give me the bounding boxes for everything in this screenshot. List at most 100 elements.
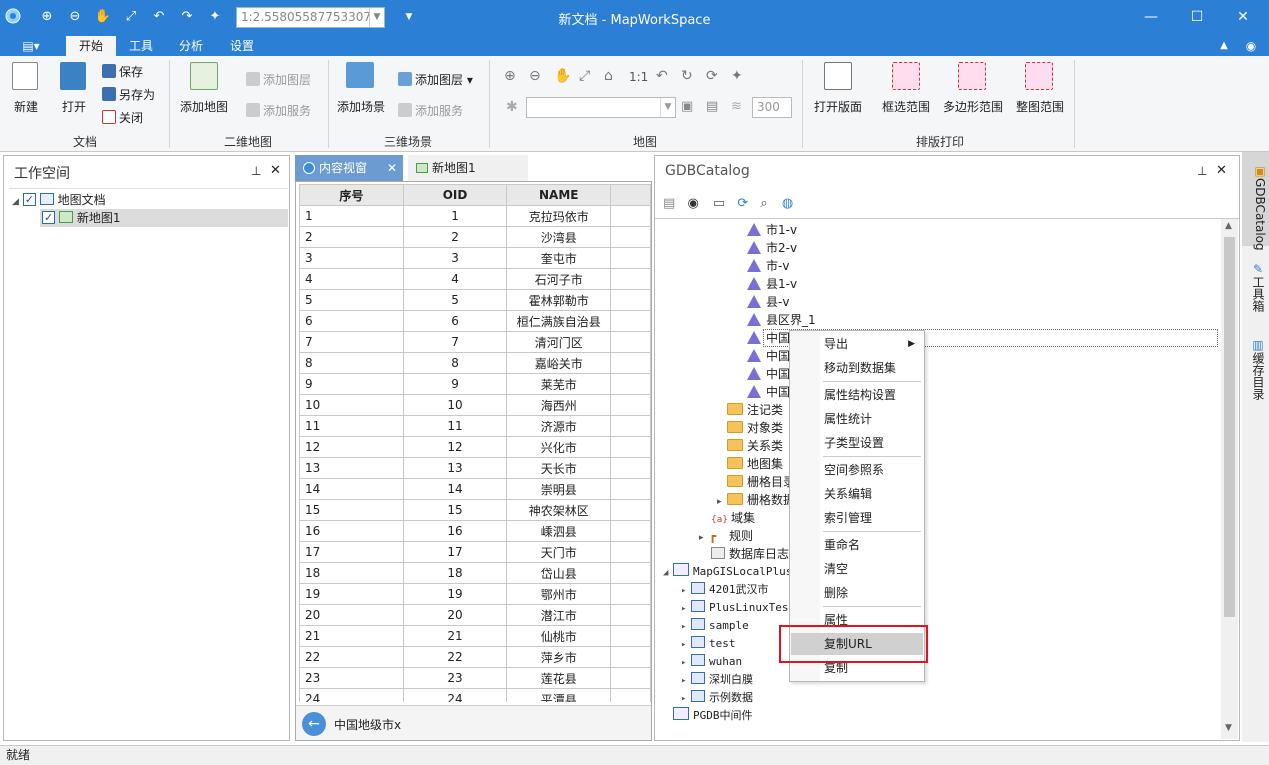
polygon-range-button[interactable]: 多边形范围 xyxy=(940,98,1006,115)
maximize-button[interactable]: ☐ xyxy=(1182,6,1212,28)
oid-cell[interactable]: 2 xyxy=(402,226,508,248)
new-button[interactable]: 新建 xyxy=(6,98,46,115)
table-row[interactable]: 23 23 莲花县 xyxy=(299,667,651,689)
tree-item-database[interactable]: ▸ test xyxy=(681,635,736,653)
menu-item[interactable]: 空间参照系 xyxy=(791,459,923,481)
globe-icon[interactable]: ◍ xyxy=(782,196,793,211)
window-icon[interactable]: ▭ xyxy=(713,196,725,211)
table-row[interactable]: 17 17 天门市 xyxy=(299,541,651,563)
scroll-up-icon[interactable]: ▲ xyxy=(1225,221,1232,231)
tree-item-layer[interactable]: 中国 xyxy=(747,383,790,401)
oid-cell[interactable]: 11 xyxy=(402,415,508,437)
tree-item-layer[interactable]: 市2-v xyxy=(747,239,797,257)
collapse-arrow-icon[interactable]: ◢ xyxy=(663,564,673,582)
print-icon[interactable]: ▣ xyxy=(681,99,693,114)
oid-cell[interactable]: 22 xyxy=(402,646,508,668)
expand-arrow-icon[interactable]: ▸ xyxy=(681,600,691,618)
menu-item[interactable]: 导出 ▶ xyxy=(791,333,923,355)
name-cell[interactable]: 仙桃市 xyxy=(506,625,612,647)
add-service-2d-button[interactable]: 添加服务 xyxy=(246,102,311,119)
close-panel-icon[interactable]: ✕ xyxy=(1216,163,1227,178)
tree-item-layer[interactable]: 市1-v xyxy=(747,221,797,239)
table-row[interactable]: 13 13 天长市 xyxy=(299,457,651,479)
menu-item[interactable]: 清空 xyxy=(791,558,923,580)
column-header-index[interactable]: 序号 xyxy=(299,184,404,206)
chevron-down-icon[interactable]: ▼ xyxy=(660,98,675,117)
oid-cell[interactable]: 19 xyxy=(402,583,508,605)
expand-arrow-icon[interactable]: ▸ xyxy=(681,618,691,636)
index-cell[interactable]: 5 xyxy=(299,289,404,311)
menu-item[interactable]: 索引管理 xyxy=(791,507,923,529)
name-cell[interactable]: 莱芜市 xyxy=(506,373,612,395)
tree-item-new-map[interactable]: 新地图1 xyxy=(42,209,120,227)
export-icon[interactable]: ▤ xyxy=(706,99,718,114)
oid-cell[interactable]: 5 xyxy=(402,289,508,311)
server-icon[interactable]: ◉ xyxy=(687,196,698,211)
table-row[interactable]: 22 22 萍乡市 xyxy=(299,646,651,668)
name-cell[interactable]: 海西州 xyxy=(506,394,612,416)
menu-item[interactable]: 属性统计 xyxy=(791,408,923,430)
zoom-in-icon[interactable]: ⊕ xyxy=(504,68,516,84)
pan-icon[interactable]: ✋ xyxy=(554,68,571,84)
properties-icon[interactable]: ▤ xyxy=(663,196,675,211)
oid-cell[interactable]: 8 xyxy=(402,352,508,374)
tab-analysis[interactable]: 分析 xyxy=(171,36,211,56)
tree-item-dblog[interactable]: 数据库日志 xyxy=(711,545,789,563)
oid-cell[interactable]: 7 xyxy=(402,331,508,353)
table-row[interactable]: 1 1 克拉玛依市 xyxy=(299,205,651,227)
index-cell[interactable]: 18 xyxy=(299,562,404,584)
index-cell[interactable]: 10 xyxy=(299,394,404,416)
oid-cell[interactable]: 3 xyxy=(402,247,508,269)
tree-item-folder[interactable]: 对象类 xyxy=(717,419,783,437)
tree-item-layer[interactable]: 中国 xyxy=(747,365,790,383)
name-cell[interactable]: 济源市 xyxy=(506,415,612,437)
name-cell[interactable]: 沙湾县 xyxy=(506,226,612,248)
scroll-down-icon[interactable]: ▼ xyxy=(1225,723,1232,733)
collapse-ribbon-icon[interactable]: ▲ xyxy=(1215,36,1233,56)
name-cell[interactable]: 天长市 xyxy=(506,457,612,479)
tree-item-database[interactable]: ▸ PlusLinuxTest xyxy=(681,599,795,617)
oid-cell[interactable]: 10 xyxy=(402,394,508,416)
expand-arrow-icon[interactable]: ▸ xyxy=(681,690,691,708)
name-cell[interactable]: 桓仁满族自治县 xyxy=(506,310,612,332)
name-cell[interactable]: 崇明县 xyxy=(506,478,612,500)
index-cell[interactable]: 2 xyxy=(299,226,404,248)
index-cell[interactable]: 24 xyxy=(299,688,404,702)
close-doc-button[interactable]: 关闭 xyxy=(102,109,143,126)
tree-item-database[interactable]: ▸ 深圳白膜 xyxy=(681,671,753,689)
table-row[interactable]: 7 7 清河门区 xyxy=(299,331,651,353)
tab-new-map[interactable]: 新地图1 xyxy=(408,155,528,181)
menu-item[interactable]: 关系编辑 xyxy=(791,483,923,505)
dock-tab-cache[interactable]: ▥缓存目录 xyxy=(1245,334,1267,400)
oid-cell[interactable]: 15 xyxy=(402,499,508,521)
add-layer-3d-button[interactable]: 添加图层 ▾ xyxy=(398,71,473,88)
back-arrow-icon[interactable]: ← xyxy=(302,712,326,736)
tree-item-folder[interactable]: 地图集 xyxy=(717,455,783,473)
previous-view-icon[interactable]: ↶ xyxy=(656,68,668,84)
table-row[interactable]: 15 15 神农架林区 xyxy=(299,499,651,521)
refresh-icon[interactable]: ⟳ xyxy=(737,196,748,211)
expand-arrow-icon[interactable]: ▸ xyxy=(681,582,691,600)
index-cell[interactable]: 6 xyxy=(299,310,404,332)
index-cell[interactable]: 12 xyxy=(299,436,404,458)
tree-item-folder[interactable]: 注记类 xyxy=(717,401,783,419)
index-cell[interactable]: 16 xyxy=(299,520,404,542)
scroll-thumb[interactable] xyxy=(1224,237,1235,617)
name-cell[interactable]: 清河门区 xyxy=(506,331,612,353)
tree-item-layer[interactable]: 中国 xyxy=(747,347,790,365)
index-cell[interactable]: 7 xyxy=(299,331,404,353)
file-menu-icon[interactable]: ▤▾ xyxy=(16,36,46,56)
expand-arrow-icon[interactable]: ▸ xyxy=(699,529,709,547)
oid-cell[interactable]: 14 xyxy=(402,478,508,500)
index-cell[interactable]: 17 xyxy=(299,541,404,563)
tree-item-layer[interactable]: 县区界_1 xyxy=(747,311,816,329)
refresh-map-icon[interactable]: ⟳ xyxy=(706,68,718,84)
tree-item-database[interactable]: ▸ 4201武汉市 xyxy=(681,581,769,599)
oid-cell[interactable]: 1 xyxy=(402,205,508,227)
tree-item-layer[interactable]: 县-v xyxy=(747,293,789,311)
name-cell[interactable]: 石河子市 xyxy=(506,268,612,290)
column-header-name[interactable]: NAME xyxy=(506,184,612,206)
oid-cell[interactable]: 13 xyxy=(402,457,508,479)
index-cell[interactable]: 8 xyxy=(299,352,404,374)
table-row[interactable]: 24 24 平潭县 xyxy=(299,688,651,702)
